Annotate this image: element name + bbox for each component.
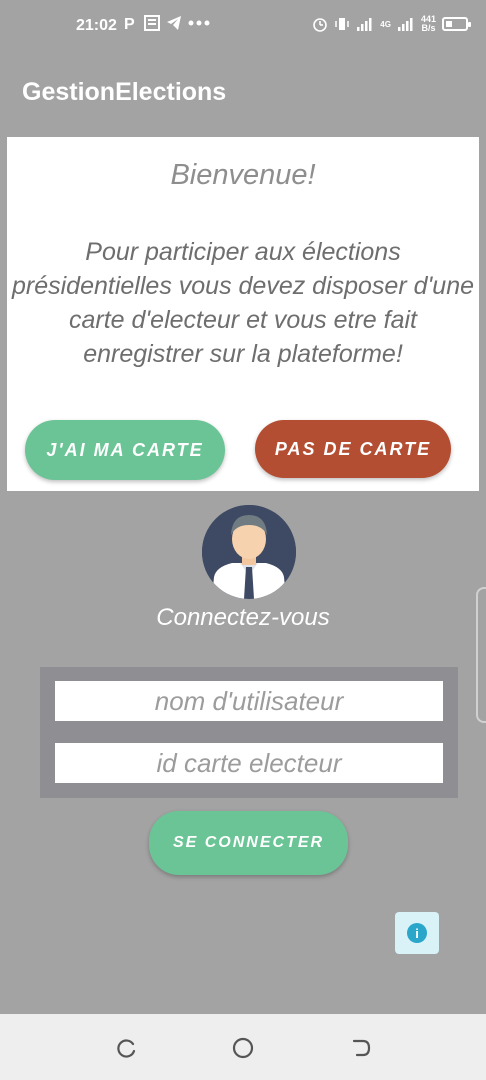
p-icon: P (124, 16, 135, 31)
no-card-button[interactable]: PAS DE CARTE (255, 420, 451, 478)
info-button[interactable]: i (395, 912, 439, 954)
home-icon[interactable] (231, 1036, 255, 1060)
user-avatar-icon (202, 505, 296, 599)
login-button[interactable]: SE CONNECTER (149, 811, 348, 875)
recent-apps-icon[interactable] (114, 1036, 138, 1060)
signal-icon (357, 18, 372, 31)
welcome-card: Bienvenue! Pour participer aux élections… (7, 137, 479, 491)
battery-icon (442, 17, 471, 31)
welcome-title: Bienvenue! (170, 159, 316, 191)
back-icon[interactable] (349, 1036, 373, 1060)
signal-type: 4G (380, 19, 391, 29)
alarm-icon (313, 18, 328, 32)
info-icon: i (407, 923, 427, 943)
login-title: Connectez-vous (156, 604, 330, 631)
network-speed: 441 B/s (421, 15, 436, 33)
more-dots-icon (188, 20, 210, 26)
telegram-icon (167, 16, 181, 30)
status-time: 21:02 (76, 17, 117, 34)
login-form (40, 667, 458, 798)
card-id-input[interactable] (55, 743, 443, 783)
status-right-icons: 4G 441 B/s (312, 15, 471, 33)
avatar (202, 505, 296, 599)
network-speed-unit: B/s (421, 23, 436, 33)
app-title: GestionElections (22, 78, 227, 106)
status-left-icons: P (124, 15, 210, 31)
system-nav-bar (0, 1014, 486, 1080)
edge-panel-handle[interactable] (476, 587, 486, 723)
welcome-text: Pour participer aux élections présidenti… (12, 238, 474, 368)
app-bar: GestionElections (0, 56, 486, 130)
have-card-button[interactable]: J'AI MA CARTE (25, 420, 225, 480)
svg-text:P: P (124, 16, 135, 31)
status-bar: 21:02 P 4G 441 B/s (0, 0, 486, 56)
signal-icon-2 (397, 18, 413, 31)
news-icon (144, 15, 160, 31)
username-input[interactable] (55, 681, 443, 721)
vibrate-icon (335, 18, 350, 30)
